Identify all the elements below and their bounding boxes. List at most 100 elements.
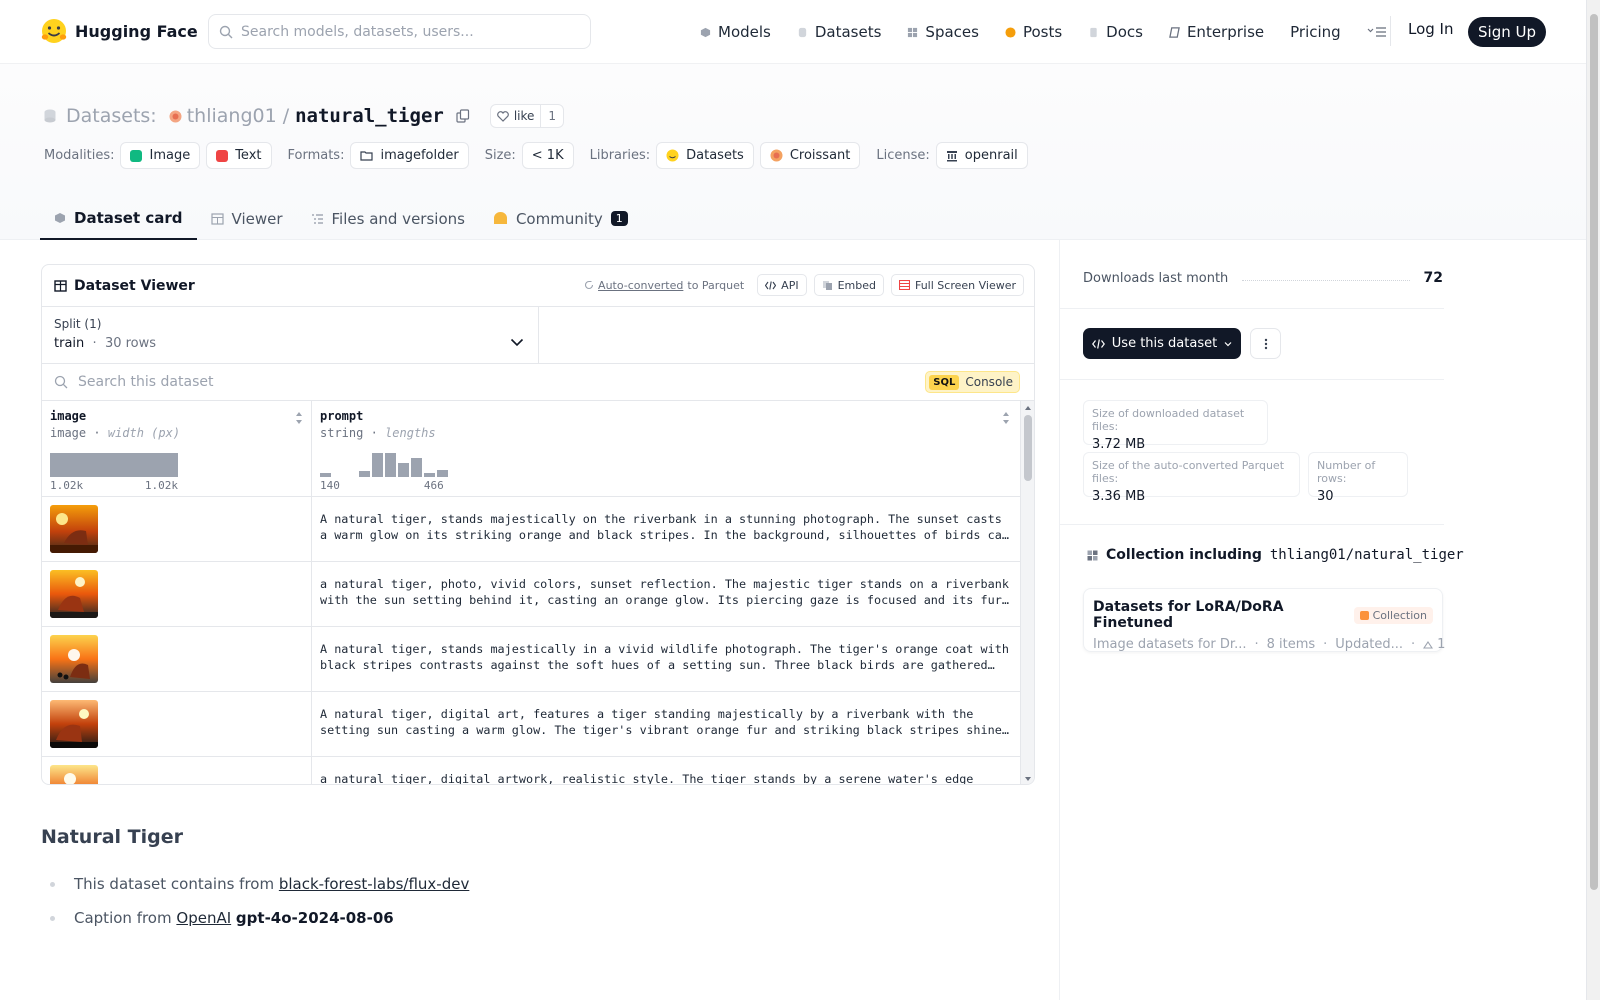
tab-viewer[interactable]: Viewer (197, 197, 297, 240)
sort-icon[interactable] (295, 411, 303, 425)
table-row[interactable]: a natural tiger, photo, vivid colors, su… (42, 562, 1034, 627)
chevron-down-icon (1224, 341, 1232, 346)
sort-icon[interactable] (1002, 411, 1010, 425)
repo-name[interactable]: natural_tiger (295, 105, 444, 127)
stat-download-size: Size of downloaded dataset files: 3.72 M… (1083, 400, 1268, 452)
collection-updated: Updated... (1335, 637, 1404, 652)
downloads-row: Downloads last month 72 (1083, 270, 1443, 286)
more-options-button[interactable] (1250, 328, 1281, 359)
data-table: image image · width (px) 1.02k 1.02k prom… (42, 401, 1034, 785)
section-label[interactable]: Datasets: (66, 105, 157, 127)
nav-pricing[interactable]: Pricing (1290, 23, 1341, 41)
refresh-icon (585, 280, 594, 290)
split-label: Split (1) (54, 317, 102, 331)
table-row[interactable]: A natural tiger, stands majestically in … (42, 627, 1034, 692)
scale-icon (946, 150, 957, 161)
top-nav: Hugging Face Models Datasets Spaces Post… (0, 0, 1586, 64)
embed-icon (822, 280, 832, 290)
tiger-thumbnail[interactable] (50, 700, 98, 748)
tag-license[interactable]: openrail (935, 142, 1028, 169)
nav-models[interactable]: Models (700, 23, 771, 41)
sidebar-divider (1059, 240, 1060, 1000)
collection-badge: Collection (1353, 606, 1433, 624)
nav-divider (1390, 16, 1391, 46)
size-label: Size: (484, 148, 516, 163)
upvote-icon (1423, 640, 1434, 649)
sidebar-separator (1060, 379, 1444, 380)
use-this-dataset-button[interactable]: Use this dataset (1083, 328, 1241, 359)
collection-card[interactable]: Datasets for LoRA/DoRA Finetuned Collect… (1083, 588, 1445, 652)
downloads-count: 72 (1423, 270, 1443, 286)
croissant-icon (770, 149, 783, 162)
split-selector[interactable]: Split (1) train · 30 rows (42, 307, 539, 363)
nav-enterprise[interactable]: Enterprise (1169, 23, 1264, 41)
tag-text[interactable]: Text (206, 142, 272, 169)
column-header-prompt[interactable]: prompt string · lengths 140 466 (312, 401, 1018, 496)
nav-spaces[interactable]: Spaces (907, 23, 979, 41)
table-row[interactable]: A natural tiger, digital art, features a… (42, 692, 1034, 757)
global-search[interactable] (208, 14, 591, 49)
table-row[interactable]: A natural tiger, stands majestically on … (42, 497, 1034, 562)
fullscreen-viewer-button[interactable]: Full Screen Viewer (890, 274, 1024, 296)
tag-imagefolder[interactable]: imagefolder (350, 142, 469, 169)
tag-image[interactable]: Image (120, 142, 201, 169)
database-icon (44, 109, 56, 123)
posts-icon (1005, 26, 1016, 38)
table-row[interactable]: a natural tiger, digital artwork, realis… (42, 757, 1034, 785)
brand-name: Hugging Face (75, 21, 198, 41)
tiger-thumbnail[interactable] (50, 765, 98, 785)
auto-converted-link[interactable]: Auto-converted (598, 279, 683, 292)
tag-size[interactable]: < 1K (521, 142, 574, 169)
brand[interactable]: Hugging Face (40, 17, 198, 45)
flux-dev-link[interactable]: black-forest-labs/flux-dev (279, 875, 469, 893)
like-button[interactable]: like 1 (489, 104, 565, 128)
text-icon (216, 149, 229, 162)
scroll-down-icon[interactable] (1021, 774, 1034, 784)
nav-posts[interactable]: Posts (1005, 23, 1062, 41)
tab-files[interactable]: Files and versions (297, 197, 479, 240)
page-scrollbar-thumb[interactable] (1590, 14, 1598, 890)
folder-icon (360, 151, 374, 161)
heart-icon (496, 110, 509, 122)
downloads-label: Downloads last month (1083, 270, 1229, 286)
repo-header: Datasets: thliang01 / natural_tiger like… (0, 64, 1586, 240)
tag-croissant-library[interactable]: Croissant (759, 142, 861, 169)
tab-community[interactable]: Community 1 (479, 197, 642, 240)
user-link[interactable]: thliang01 (169, 105, 277, 127)
column-header-image[interactable]: image image · width (px) 1.02k 1.02k (42, 401, 312, 496)
page-scrollbar[interactable] (1586, 0, 1600, 1000)
hugging-face-logo-icon (41, 19, 67, 43)
dataset-search-input[interactable] (78, 374, 778, 390)
repo-title: Datasets: thliang01 / natural_tiger like… (44, 104, 565, 128)
nav-more-menu[interactable] (1367, 26, 1387, 38)
cube-icon (700, 27, 711, 37)
cube-icon (55, 212, 65, 223)
table-scrollbar-thumb[interactable] (1024, 415, 1032, 481)
tag-datasets-library[interactable]: Datasets (656, 142, 754, 169)
collection-description: Image datasets for Dr... (1093, 637, 1247, 652)
tiger-thumbnail[interactable] (50, 570, 98, 618)
path-slash: / (282, 105, 290, 127)
collection-upvotes[interactable]: 1 (1423, 637, 1445, 652)
sql-console-button[interactable]: SQL Console (925, 371, 1020, 393)
embed-button[interactable]: Embed (813, 274, 884, 296)
docs-icon (1090, 27, 1097, 37)
tiger-thumbnail[interactable] (50, 635, 98, 683)
libraries-label: Libraries: (589, 148, 651, 163)
signup-button[interactable]: Sign Up (1468, 17, 1546, 47)
copy-icon[interactable] (456, 109, 470, 123)
dataset-search[interactable]: SQLConsole (42, 364, 1034, 401)
nav-datasets[interactable]: Datasets (797, 23, 881, 41)
fullscreen-table-icon (898, 280, 910, 290)
login-link[interactable]: Log In (1408, 20, 1454, 38)
nav-docs[interactable]: Docs (1088, 23, 1143, 41)
table-icon (210, 212, 224, 225)
global-search-input[interactable] (241, 23, 571, 40)
openai-link[interactable]: OpenAI (176, 909, 231, 927)
scroll-up-icon[interactable] (1021, 403, 1034, 413)
tiger-thumbnail[interactable] (50, 505, 98, 553)
table-scrollbar[interactable] (1020, 401, 1034, 784)
list-item: Caption from OpenAI gpt-4o-2024-08-06 (50, 909, 469, 927)
tab-dataset-card[interactable]: Dataset card (40, 197, 197, 240)
api-button[interactable]: API (757, 274, 807, 296)
